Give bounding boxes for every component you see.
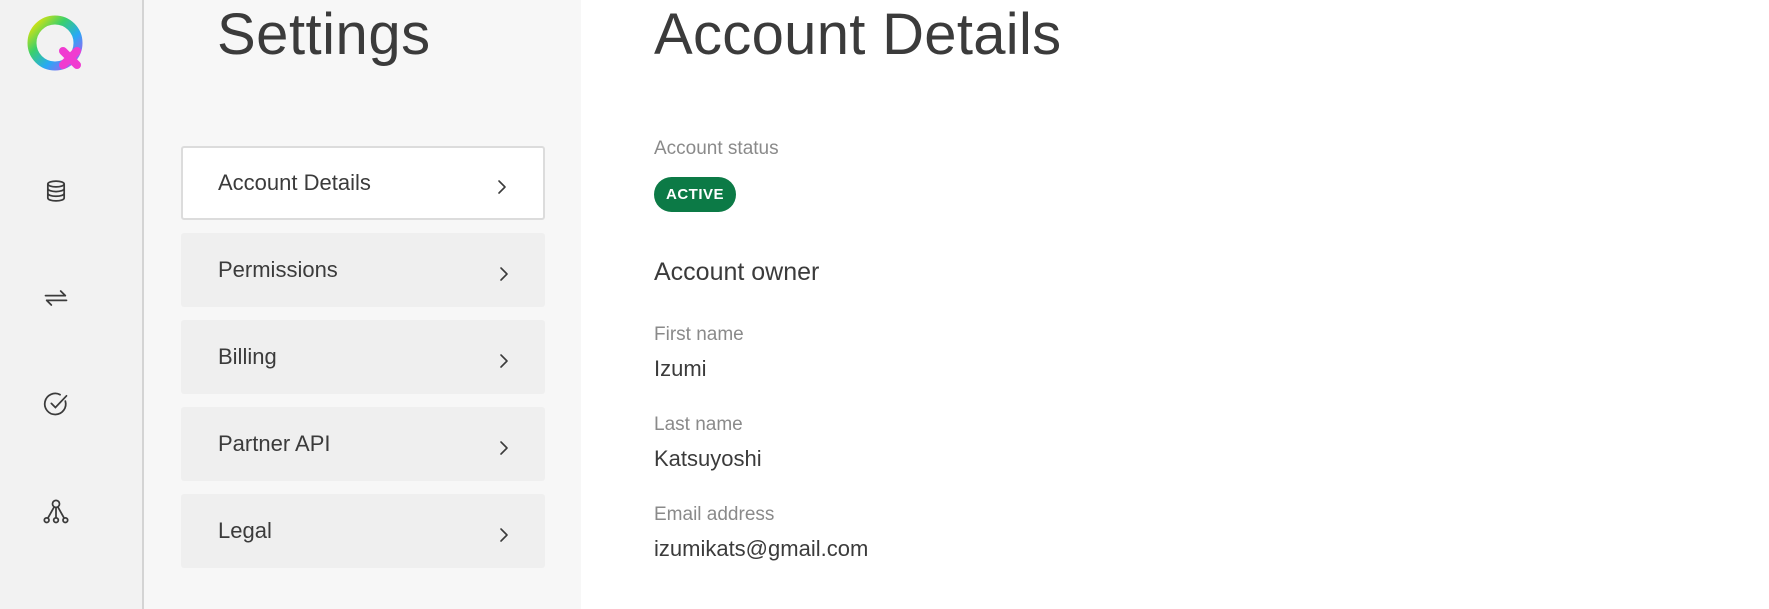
network-nodes-icon[interactable] — [36, 492, 76, 532]
status-badge: ACTIVE — [654, 177, 737, 212]
account-details-panel: Account Details Account status ACTIVE Ac… — [581, 0, 1769, 609]
check-circle-icon[interactable] — [36, 384, 76, 424]
settings-subnav: Settings Account Details Permissions Bil… — [144, 0, 581, 609]
subnav-item-label: Legal — [218, 518, 272, 543]
subnav-item-permissions[interactable]: Permissions — [181, 233, 545, 307]
subnav-item-label: Partner API — [218, 431, 331, 456]
email-value: izumikats@gmail.com — [654, 536, 869, 561]
first-name-value: Izumi — [654, 356, 707, 381]
database-icon[interactable] — [36, 171, 76, 211]
q-logo-icon[interactable] — [25, 13, 89, 77]
chevron-right-icon — [497, 349, 511, 368]
app-window: Settings Account Details Permissions Bil… — [0, 0, 1769, 609]
chevron-right-icon — [497, 262, 511, 281]
last-name-label: Last name — [654, 414, 743, 435]
subnav-item-account-details[interactable]: Account Details — [181, 146, 545, 220]
chevron-right-icon — [495, 175, 509, 194]
settings-title: Settings — [217, 2, 431, 67]
account-status-label: Account status — [654, 138, 779, 159]
icon-rail — [0, 0, 144, 609]
email-label: Email address — [654, 504, 775, 525]
subnav-item-label: Billing — [218, 344, 277, 369]
subnav-item-legal[interactable]: Legal — [181, 494, 545, 568]
last-name-value: Katsuyoshi — [654, 446, 762, 471]
subnav-item-label: Account Details — [218, 170, 371, 195]
subnav-item-partner-api[interactable]: Partner API — [181, 407, 545, 481]
chevron-right-icon — [497, 523, 511, 542]
first-name-label: First name — [654, 324, 744, 345]
subnav-item-label: Permissions — [218, 257, 338, 282]
account-owner-heading: Account owner — [654, 258, 820, 286]
page-title: Account Details — [654, 2, 1062, 67]
subnav-item-billing[interactable]: Billing — [181, 320, 545, 394]
transfer-arrows-icon[interactable] — [36, 278, 76, 318]
chevron-right-icon — [497, 436, 511, 455]
